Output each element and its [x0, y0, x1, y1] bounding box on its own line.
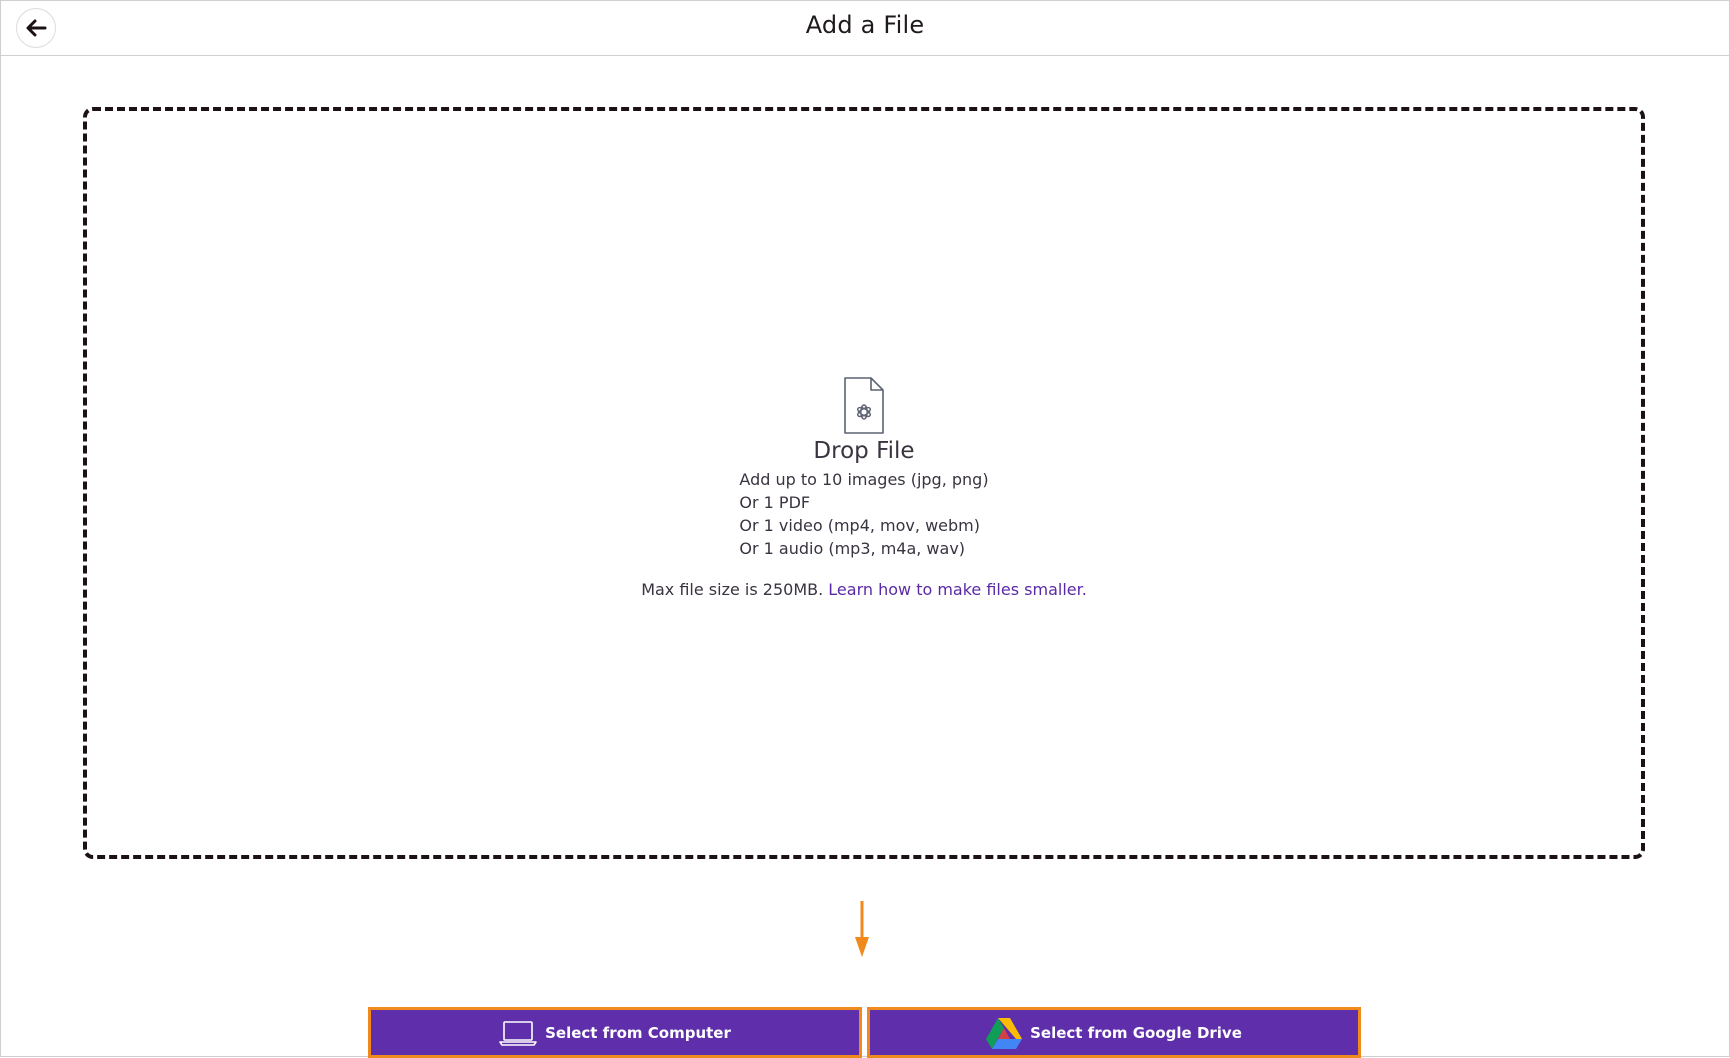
select-from-computer-label: Select from Computer	[545, 1023, 731, 1042]
learn-smaller-files-link[interactable]: Learn how to make files smaller.	[828, 580, 1087, 599]
file-rules-list: Add up to 10 images (jpg, png) Or 1 PDF …	[739, 468, 988, 560]
header-bar: Add a File	[1, 1, 1729, 56]
file-document-icon	[844, 377, 884, 434]
rule-audio: Or 1 audio (mp3, m4a, wav)	[739, 539, 966, 558]
rule-video: Or 1 video (mp4, mov, webm)	[739, 516, 980, 535]
laptop-icon	[499, 1020, 537, 1046]
select-from-computer-button[interactable]: Select from Computer	[368, 1007, 862, 1058]
select-from-google-drive-label: Select from Google Drive	[1030, 1023, 1242, 1042]
drop-file-title: Drop File	[813, 438, 915, 464]
max-size-note: Max file size is 250MB. Learn how to mak…	[87, 580, 1641, 599]
dropzone-content: Drop File Add up to 10 images (jpg, png)…	[87, 376, 1641, 599]
rule-pdf: Or 1 PDF	[739, 493, 811, 512]
google-drive-icon	[986, 1017, 1023, 1049]
rule-images: Add up to 10 images (jpg, png)	[739, 470, 989, 489]
down-arrow-icon	[855, 901, 869, 957]
app-window: Add a File Drop File Add up to 10 images…	[0, 0, 1730, 1058]
select-from-google-drive-button[interactable]: Select from Google Drive	[867, 1007, 1361, 1058]
page-title: Add a File	[805, 11, 925, 39]
file-dropzone[interactable]: Drop File Add up to 10 images (jpg, png)…	[83, 107, 1645, 859]
max-size-text: Max file size is 250MB.	[641, 580, 824, 599]
